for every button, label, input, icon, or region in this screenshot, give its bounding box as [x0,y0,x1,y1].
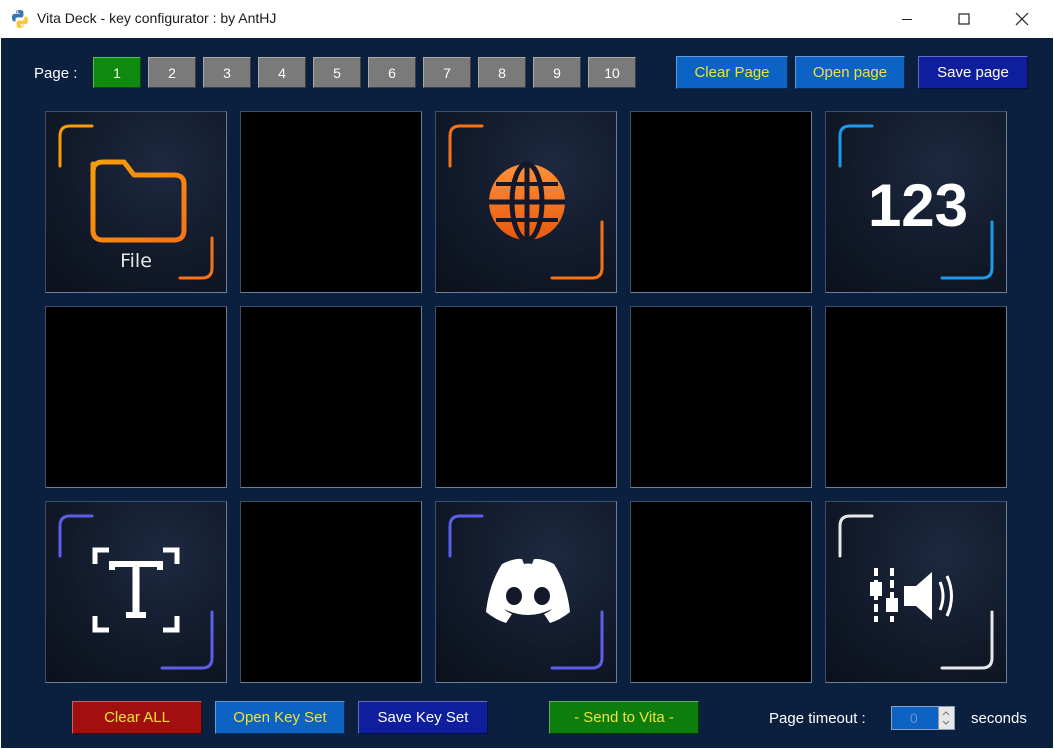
svg-text:123: 123 [868,172,968,239]
save-page-button[interactable]: Save page [918,56,1028,89]
key-label: File [120,250,152,272]
text-select-icon [58,514,214,670]
key-slot-9[interactable] [630,306,812,488]
key-slot-5[interactable]: 123 [825,111,1007,293]
key-slot-8[interactable] [435,306,617,488]
page-button-3[interactable]: 3 [203,57,251,88]
globe-icon [448,124,604,280]
python-logo-icon [12,10,28,28]
key-slot-3[interactable] [435,111,617,293]
open-key-set-button[interactable]: Open Key Set [215,701,345,734]
maximize-button[interactable] [941,0,987,38]
window-title: Vita Deck - key configurator : by AntHJ [37,10,277,26]
page-button-2[interactable]: 2 [148,57,196,88]
minimize-icon [902,19,912,20]
close-button[interactable] [999,0,1045,38]
numbers-123-icon: 123 [838,124,994,280]
title-bar: Vita Deck - key configurator : by AntHJ [0,0,1054,38]
key-slot-14[interactable] [630,501,812,683]
page-button-4[interactable]: 4 [258,57,306,88]
page-label: Page : [34,65,78,82]
spin-arrows-icon [942,711,950,725]
key-slot-13[interactable] [435,501,617,683]
key-slot-6[interactable] [45,306,227,488]
key-slot-11[interactable] [45,501,227,683]
maximize-icon [958,13,970,25]
page-button-7[interactable]: 7 [423,57,471,88]
page-button-1[interactable]: 1 [93,57,141,88]
send-to-vita-button[interactable]: - Send to Vita - [549,701,699,734]
key-slot-7[interactable] [240,306,422,488]
key-slot-1[interactable]: File [45,111,227,293]
seconds-label: seconds [971,710,1027,727]
open-page-button[interactable]: Open page [795,56,905,89]
key-slot-12[interactable] [240,501,422,683]
page-button-5[interactable]: 5 [313,57,361,88]
key-slot-2[interactable] [240,111,422,293]
page-timeout-value: 0 [910,710,918,726]
discord-icon [448,514,604,670]
key-slot-10[interactable] [825,306,1007,488]
page-timeout-label: Page timeout : [769,710,866,727]
page-button-8[interactable]: 8 [478,57,526,88]
close-icon [1015,12,1029,26]
page-timeout-spinbox[interactable]: 0 [891,706,955,730]
clear-page-button[interactable]: Clear Page [676,56,788,89]
clear-all-button[interactable]: Clear ALL [72,701,202,734]
configurator-panel: Page : 1 2 3 4 5 6 7 8 9 10 Clear Page O… [1,38,1053,748]
key-slot-15[interactable] [825,501,1007,683]
page-button-10[interactable]: 10 [588,57,636,88]
save-key-set-button[interactable]: Save Key Set [358,701,488,734]
minimize-button[interactable] [884,0,930,38]
spin-arrows[interactable] [938,707,954,729]
volume-mixer-icon [838,514,994,670]
app-window: Vita Deck - key configurator : by AntHJ … [0,0,1054,749]
page-button-6[interactable]: 6 [368,57,416,88]
key-slot-4[interactable] [630,111,812,293]
page-button-9[interactable]: 9 [533,57,581,88]
